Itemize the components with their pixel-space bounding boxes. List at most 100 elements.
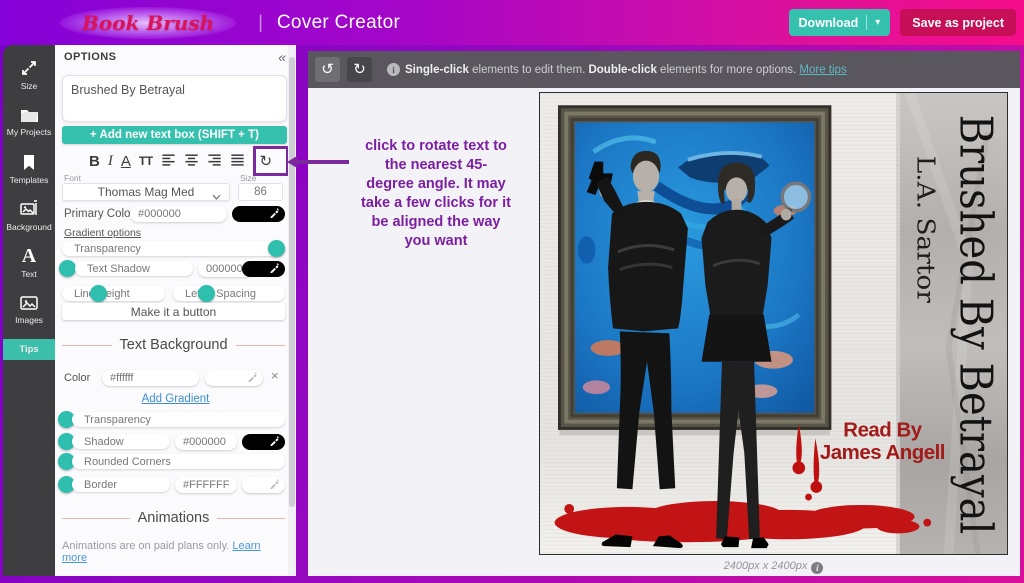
page-title: Cover Creator [277, 12, 400, 34]
tb-border-color-swatch[interactable] [242, 477, 285, 493]
options-scrollbar-thumb[interactable] [289, 57, 295, 507]
book-cover[interactable]: Brushed By Betrayal L.A. Sartor Read By … [539, 92, 1008, 555]
tb-rounded-corners-slider[interactable]: Rounded Corners [72, 454, 285, 469]
undo-button[interactable]: ↺ [315, 57, 340, 82]
canvas-hint-text: Single-click elements to edit them. Doub… [405, 64, 847, 76]
save-as-project-button[interactable]: Save as project [900, 9, 1016, 36]
underline-button[interactable]: A [121, 154, 131, 169]
bookmark-icon [20, 153, 38, 172]
chevron-down-icon[interactable]: ▾ [875, 17, 880, 28]
collapse-panel-icon[interactable]: « [278, 49, 286, 65]
canvas-size-info: 2400px x 2400pxi [539, 560, 1008, 574]
text-shadow-slider[interactable]: Text Shadow [75, 261, 193, 276]
tb-shadow-color-input[interactable] [175, 434, 237, 450]
animations-heading: Animations [62, 510, 285, 526]
letter-spacing-slider[interactable]: Letter Spacing [173, 286, 285, 301]
sidebar-item-size[interactable]: Size [3, 51, 55, 98]
text-shadow-toggle-knob[interactable] [59, 260, 76, 277]
rotate-text-button-highlighted[interactable]: ↻ [253, 146, 289, 176]
chevron-down-icon [212, 189, 221, 203]
align-center-icon[interactable] [184, 153, 199, 169]
download-button[interactable]: Download ▾ [789, 9, 891, 36]
text-format-toolbar: B I A TT ↻ [89, 146, 289, 176]
info-icon: i [387, 63, 400, 76]
add-gradient-link[interactable]: Add Gradient [55, 393, 296, 405]
sidebar-item-templates[interactable]: Templates [3, 145, 55, 192]
photos-icon [18, 199, 40, 219]
sidebar-item-background[interactable]: Background [3, 192, 55, 239]
sidebar-item-images[interactable]: Images [3, 286, 55, 333]
font-size-input[interactable] [238, 183, 283, 201]
cover-creator-app: Book Brush | Cover Creator Download ▾ Sa… [0, 0, 1024, 583]
align-right-icon[interactable] [207, 153, 222, 169]
animations-note: Animations are on paid plans only. Learn… [62, 540, 287, 564]
topbar-actions: Download ▾ Save as project [789, 9, 1016, 36]
make-it-a-button-button[interactable]: Make it a button [62, 303, 285, 320]
cover-author-text[interactable]: L.A. Sartor [912, 156, 941, 303]
download-divider [866, 15, 867, 30]
add-text-box-button[interactable]: + Add new text box (SHIFT + T) [62, 126, 287, 144]
sidebar-item-tips[interactable]: Tips [3, 339, 55, 360]
top-bar: Book Brush | Cover Creator Download ▾ Sa… [0, 0, 1024, 45]
sidebar-item-my-projects[interactable]: My Projects [3, 98, 55, 145]
eyedropper-icon [269, 433, 280, 451]
book-brush-logo[interactable]: Book Brush [60, 7, 236, 39]
italic-button[interactable]: I [108, 154, 113, 169]
heading-divider [62, 518, 130, 519]
tb-border-color-input[interactable] [175, 477, 237, 493]
download-label: Download [799, 16, 859, 30]
tutorial-annotation-text: click to rotate text to the nearest 45- … [336, 137, 536, 251]
rotate-icon: ↻ [260, 152, 273, 170]
annotation-arrow-icon [287, 156, 351, 168]
cover-title-text[interactable]: Brushed By Betrayal [949, 115, 1002, 535]
line-height-slider[interactable]: Line Height [62, 286, 165, 301]
framed-painting [559, 107, 829, 436]
font-family-value: Thomas Mag Med [98, 185, 195, 199]
tb-color-input[interactable] [102, 370, 199, 386]
transparency-slider[interactable]: Transparency [62, 241, 285, 256]
folder-icon [19, 106, 40, 124]
align-justify-icon[interactable] [230, 153, 245, 169]
sidebar-item-text[interactable]: A Text [3, 239, 55, 286]
info-icon: i [811, 562, 823, 574]
tb-border-slider[interactable]: Border [72, 477, 170, 492]
tb-shadow-color-swatch[interactable] [242, 434, 285, 450]
cover-read-by-text[interactable]: Read By [843, 418, 922, 441]
eyedropper-icon [269, 476, 280, 494]
tb-transparency-slider[interactable]: Transparency [72, 412, 285, 427]
more-tips-link[interactable]: More tips [799, 64, 846, 76]
tb-color-label: Color [64, 372, 90, 384]
font-family-select[interactable]: Thomas Mag Med [62, 183, 230, 201]
bold-button[interactable]: B [89, 154, 100, 169]
heading-divider [62, 345, 112, 346]
cover-narrator-text[interactable]: James Angell [820, 441, 945, 464]
font-label: Font [64, 173, 81, 183]
text-shadow-color-swatch[interactable] [242, 261, 285, 277]
primary-color-swatch[interactable] [232, 206, 285, 222]
eyedropper-icon [269, 260, 280, 278]
undo-icon: ↺ [321, 60, 334, 78]
title-divider: | [258, 12, 263, 33]
eyedropper-icon [247, 369, 258, 387]
align-left-icon[interactable] [161, 153, 176, 169]
letter-a-icon: A [22, 246, 36, 266]
logo-text: Book Brush [82, 11, 214, 35]
close-icon[interactable]: × [271, 368, 279, 383]
transparency-slider-knob[interactable] [268, 240, 285, 257]
image-icon [19, 294, 39, 312]
book-cover-art: Brushed By Betrayal L.A. Sartor Read By … [540, 93, 1007, 554]
redo-button[interactable]: ↻ [347, 57, 372, 82]
sidebar: Size My Projects Templates Background A … [3, 45, 55, 576]
tb-shadow-slider[interactable]: Shadow [72, 434, 170, 449]
line-height-knob[interactable] [90, 285, 107, 302]
uppercase-button[interactable]: TT [139, 155, 153, 167]
primary-color-label: Primary Color [64, 208, 134, 220]
options-panel: OPTIONS « Brushed By Betrayal + Add new … [55, 45, 296, 576]
tb-color-swatch[interactable] [205, 370, 263, 386]
redo-icon: ↻ [353, 60, 366, 78]
gradient-options-link[interactable]: Gradient options [64, 227, 141, 239]
letter-spacing-knob[interactable] [198, 285, 215, 302]
text-content-input[interactable]: Brushed By Betrayal [62, 75, 287, 122]
primary-color-input[interactable] [130, 206, 227, 222]
size-label: Size [240, 173, 257, 183]
